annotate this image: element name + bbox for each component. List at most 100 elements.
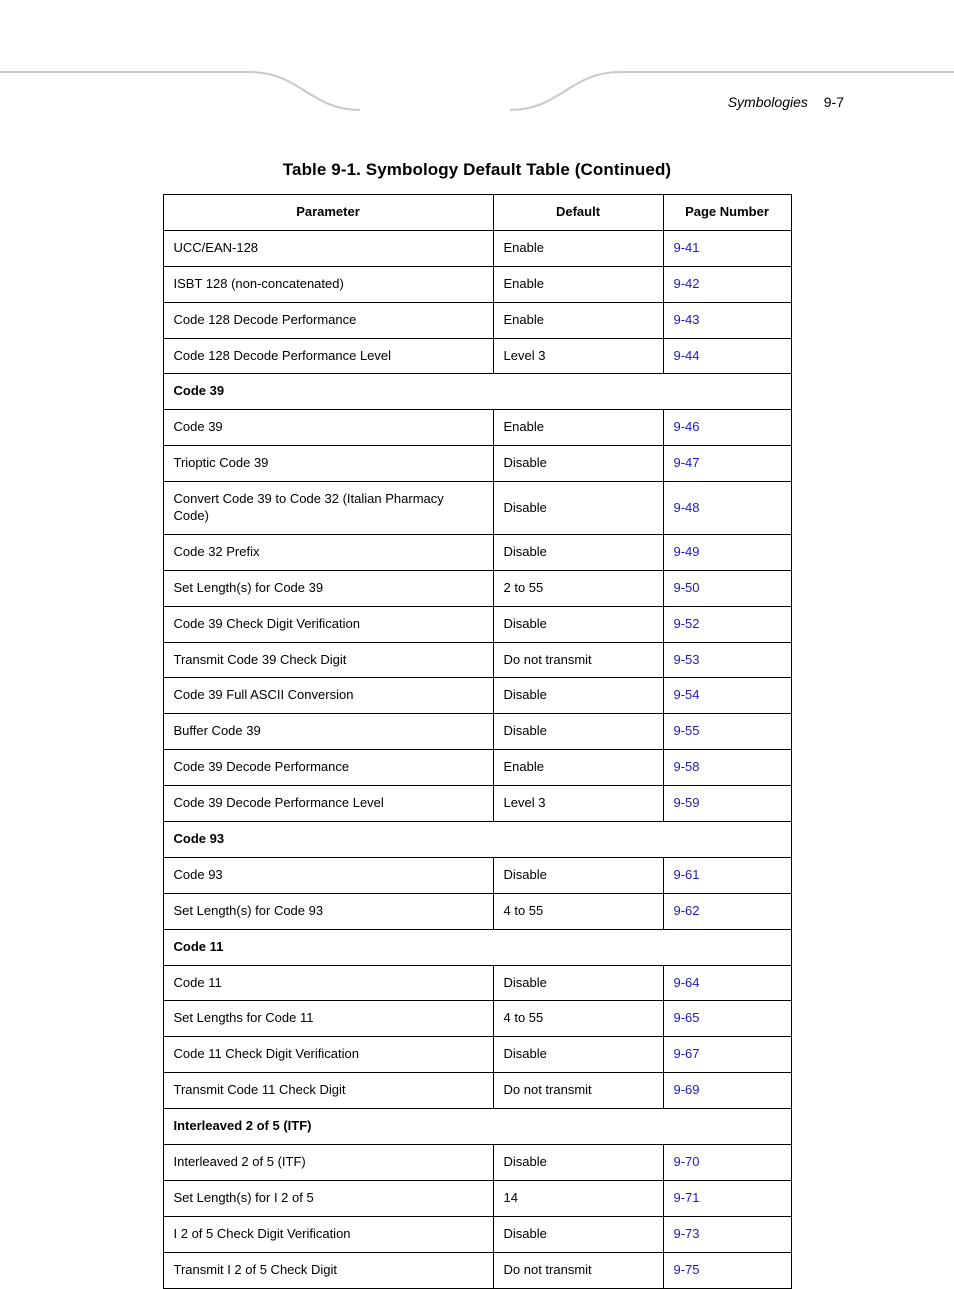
table-row: Transmit Code 39 Check DigitDo not trans… <box>163 642 791 678</box>
cell-parameter: Code 39 Decode Performance Level <box>163 786 493 822</box>
document-page: Symbologies 9-7 Table 9-1. Symbology Def… <box>0 0 954 1289</box>
cell-parameter: Code 32 Prefix <box>163 534 493 570</box>
running-head-area: Symbologies 9-7 <box>0 70 954 120</box>
cell-default: Disable <box>493 857 663 893</box>
table-caption: Table 9-1. Symbology Default Table (Cont… <box>0 160 954 180</box>
cell-parameter: Code 39 Check Digit Verification <box>163 606 493 642</box>
cell-page-link[interactable]: 9-67 <box>663 1037 791 1073</box>
cell-page-link[interactable]: 9-48 <box>663 482 791 535</box>
cell-parameter: Set Lengths for Code 11 <box>163 1001 493 1037</box>
cell-page-link[interactable]: 9-53 <box>663 642 791 678</box>
cell-page-link[interactable]: 9-71 <box>663 1180 791 1216</box>
cell-parameter: Code 39 Decode Performance <box>163 750 493 786</box>
table-row: UCC/EAN-128Enable9-41 <box>163 230 791 266</box>
cell-parameter: Code 11 Check Digit Verification <box>163 1037 493 1073</box>
cell-parameter: Code 128 Decode Performance Level <box>163 338 493 374</box>
cell-default: Disable <box>493 1145 663 1181</box>
cell-parameter: Code 11 <box>163 965 493 1001</box>
table-row: Interleaved 2 of 5 (ITF)Disable9-70 <box>163 1145 791 1181</box>
section-heading: Interleaved 2 of 5 (ITF) <box>163 1109 791 1145</box>
cell-default: 2 to 55 <box>493 570 663 606</box>
cell-default: Disable <box>493 1037 663 1073</box>
cell-default: Disable <box>493 714 663 750</box>
cell-parameter: Convert Code 39 to Code 32 (Italian Phar… <box>163 482 493 535</box>
cell-default: Enable <box>493 302 663 338</box>
cell-default: Level 3 <box>493 786 663 822</box>
cell-page-link[interactable]: 9-50 <box>663 570 791 606</box>
page-number: 9-7 <box>824 94 844 110</box>
table-row: Code 39 Decode Performance LevelLevel 39… <box>163 786 791 822</box>
table-section-row: Code 93 <box>163 822 791 858</box>
cell-default: Level 3 <box>493 338 663 374</box>
cell-default: Disable <box>493 678 663 714</box>
cell-page-link[interactable]: 9-69 <box>663 1073 791 1109</box>
cell-parameter: Buffer Code 39 <box>163 714 493 750</box>
cell-page-link[interactable]: 9-55 <box>663 714 791 750</box>
cell-default: Disable <box>493 965 663 1001</box>
table-row: ISBT 128 (non-concatenated)Enable9-42 <box>163 266 791 302</box>
cell-parameter: Code 39 Full ASCII Conversion <box>163 678 493 714</box>
table-row: Buffer Code 39Disable9-55 <box>163 714 791 750</box>
cell-default: Enable <box>493 266 663 302</box>
cell-page-link[interactable]: 9-62 <box>663 893 791 929</box>
table-row: Transmit I 2 of 5 Check DigitDo not tran… <box>163 1252 791 1288</box>
cell-page-link[interactable]: 9-75 <box>663 1252 791 1288</box>
cell-default: Do not transmit <box>493 1073 663 1109</box>
cell-default: 4 to 55 <box>493 893 663 929</box>
cell-default: Do not transmit <box>493 642 663 678</box>
table-row: Code 93Disable9-61 <box>163 857 791 893</box>
cell-parameter: ISBT 128 (non-concatenated) <box>163 266 493 302</box>
cell-page-link[interactable]: 9-46 <box>663 410 791 446</box>
cell-page-link[interactable]: 9-58 <box>663 750 791 786</box>
section-heading: Code 39 <box>163 374 791 410</box>
cell-page-link[interactable]: 9-61 <box>663 857 791 893</box>
cell-page-link[interactable]: 9-44 <box>663 338 791 374</box>
col-parameter: Parameter <box>163 195 493 231</box>
cell-parameter: Code 39 <box>163 410 493 446</box>
cell-page-link[interactable]: 9-41 <box>663 230 791 266</box>
cell-page-link[interactable]: 9-43 <box>663 302 791 338</box>
cell-parameter: Trioptic Code 39 <box>163 446 493 482</box>
table-section-row: Code 11 <box>163 929 791 965</box>
table-row: Code 32 PrefixDisable9-49 <box>163 534 791 570</box>
table-row: Trioptic Code 39Disable9-47 <box>163 446 791 482</box>
table-row: I 2 of 5 Check Digit VerificationDisable… <box>163 1216 791 1252</box>
table-row: Transmit Code 11 Check DigitDo not trans… <box>163 1073 791 1109</box>
cell-parameter: Set Length(s) for I 2 of 5 <box>163 1180 493 1216</box>
cell-page-link[interactable]: 9-42 <box>663 266 791 302</box>
cell-default: Disable <box>493 534 663 570</box>
cell-parameter: Code 93 <box>163 857 493 893</box>
cell-default: 14 <box>493 1180 663 1216</box>
cell-parameter: Set Length(s) for Code 93 <box>163 893 493 929</box>
cell-page-link[interactable]: 9-70 <box>663 1145 791 1181</box>
cell-default: Disable <box>493 482 663 535</box>
table-row: Set Length(s) for Code 934 to 559-62 <box>163 893 791 929</box>
cell-page-link[interactable]: 9-47 <box>663 446 791 482</box>
cell-page-link[interactable]: 9-54 <box>663 678 791 714</box>
cell-page-link[interactable]: 9-49 <box>663 534 791 570</box>
cell-default: Disable <box>493 1216 663 1252</box>
cell-parameter: Transmit Code 11 Check Digit <box>163 1073 493 1109</box>
cell-page-link[interactable]: 9-59 <box>663 786 791 822</box>
section-heading: Code 93 <box>163 822 791 858</box>
col-page-number: Page Number <box>663 195 791 231</box>
cell-parameter: Interleaved 2 of 5 (ITF) <box>163 1145 493 1181</box>
cell-page-link[interactable]: 9-65 <box>663 1001 791 1037</box>
table-row: Code 128 Decode PerformanceEnable9-43 <box>163 302 791 338</box>
table-row: Code 39 Check Digit VerificationDisable9… <box>163 606 791 642</box>
symbology-default-table: Parameter Default Page Number UCC/EAN-12… <box>163 194 792 1289</box>
running-head: Symbologies 9-7 <box>728 94 844 110</box>
cell-default: Disable <box>493 606 663 642</box>
cell-page-link[interactable]: 9-52 <box>663 606 791 642</box>
table-row: Code 39 Decode PerformanceEnable9-58 <box>163 750 791 786</box>
section-name: Symbologies <box>728 94 808 110</box>
cell-page-link[interactable]: 9-64 <box>663 965 791 1001</box>
cell-parameter: Transmit Code 39 Check Digit <box>163 642 493 678</box>
table-row: Code 11 Check Digit VerificationDisable9… <box>163 1037 791 1073</box>
cell-default: 4 to 55 <box>493 1001 663 1037</box>
cell-page-link[interactable]: 9-73 <box>663 1216 791 1252</box>
cell-parameter: UCC/EAN-128 <box>163 230 493 266</box>
table-row: Code 39Enable9-46 <box>163 410 791 446</box>
table-row: Set Lengths for Code 114 to 559-65 <box>163 1001 791 1037</box>
cell-default: Enable <box>493 410 663 446</box>
